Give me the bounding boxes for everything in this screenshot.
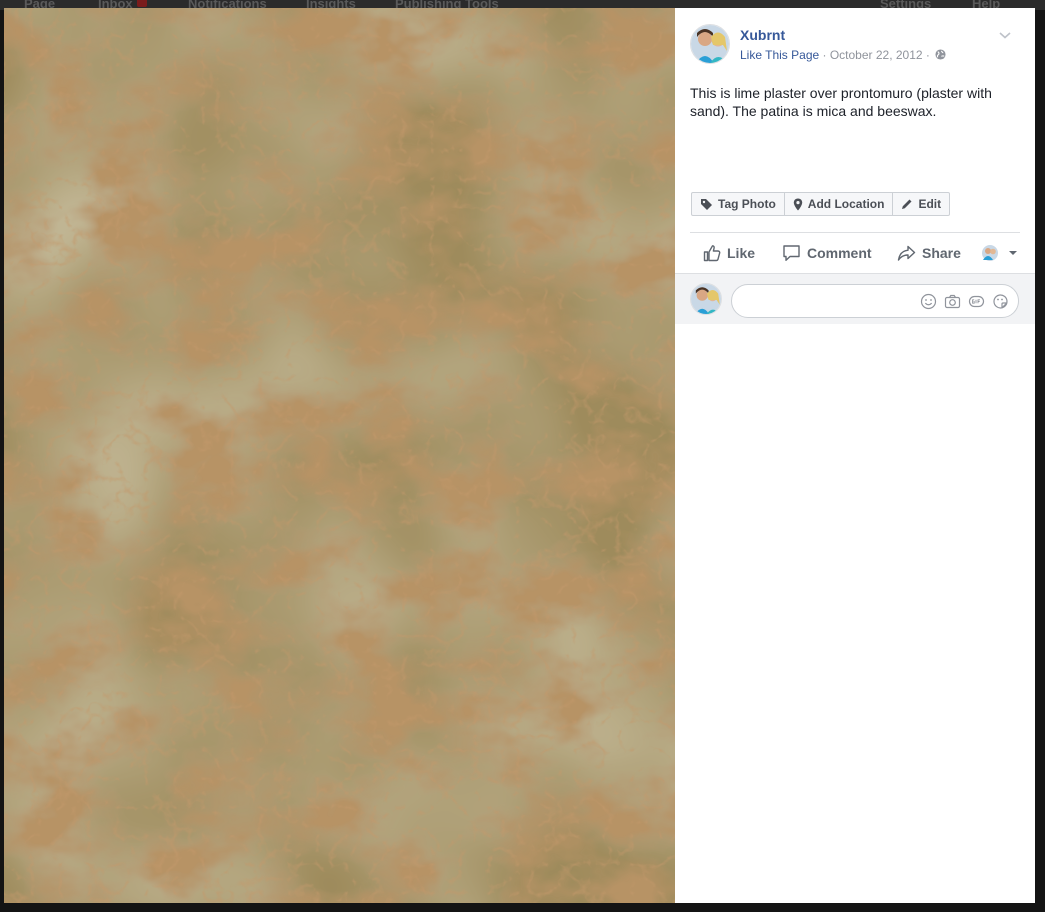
sticker-icon[interactable] — [992, 293, 1009, 310]
post-date[interactable]: October 22, 2012 — [830, 48, 923, 62]
comment-composer — [675, 273, 1035, 324]
thumbs-up-icon — [703, 245, 721, 262]
speech-bubble-icon — [783, 245, 800, 261]
globe-icon[interactable] — [935, 49, 946, 60]
commenter-avatar — [690, 283, 722, 315]
post-side-panel: Xubrnt Like This Page · October 22, 2012… — [675, 8, 1035, 903]
tag-photo-button[interactable]: Tag Photo — [692, 193, 785, 215]
share-arrow-icon — [897, 245, 916, 261]
edit-button[interactable]: Edit — [893, 193, 949, 215]
gif-icon[interactable] — [968, 293, 985, 310]
emoji-icon[interactable] — [920, 293, 937, 310]
camera-icon[interactable] — [944, 293, 961, 310]
page-name-link[interactable]: Xubrnt — [740, 27, 785, 43]
location-pin-icon — [793, 198, 802, 210]
share-button[interactable]: Share — [897, 240, 961, 266]
like-button[interactable]: Like — [703, 240, 755, 266]
pencil-icon — [902, 199, 912, 209]
photo-stage[interactable] — [4, 8, 675, 903]
edit-label: Edit — [918, 197, 942, 211]
ufi-actions: Like Comment Share — [690, 240, 1020, 266]
meta-separator-2: · — [922, 48, 934, 62]
avatar-image-icon — [691, 25, 729, 63]
inbox-badge — [137, 0, 147, 7]
share-label: Share — [922, 245, 961, 261]
post-meta: Like This Page · October 22, 2012 · — [740, 48, 946, 62]
add-location-button[interactable]: Add Location — [785, 193, 894, 215]
post-caption: This is lime plaster over prontomuro (pl… — [690, 85, 992, 119]
meta-separator: · — [819, 48, 830, 62]
like-label: Like — [727, 245, 756, 261]
divider — [690, 232, 1020, 233]
marble-plaster-photo — [4, 8, 675, 903]
post-header: Xubrnt Like This Page · October 22, 2012… — [690, 24, 1020, 64]
tag-photo-label: Tag Photo — [718, 197, 776, 211]
chevron-down-icon[interactable] — [998, 30, 1012, 40]
tag-icon — [701, 198, 712, 210]
comment-input[interactable] — [744, 292, 914, 310]
avatar-small-icon — [982, 245, 998, 261]
comment-label: Comment — [807, 245, 872, 261]
page-avatar[interactable] — [690, 24, 730, 64]
caret-down-icon — [1009, 251, 1017, 255]
avatar-image-icon — [691, 284, 721, 314]
add-location-label: Add Location — [807, 197, 885, 211]
comment-button[interactable]: Comment — [782, 240, 872, 266]
like-page-link[interactable]: Like This Page — [740, 48, 819, 62]
audience-selector[interactable] — [982, 240, 1025, 266]
photo-actions-bar: Tag Photo Add Location Edit — [691, 192, 951, 216]
comment-input-wrapper[interactable] — [731, 284, 1019, 318]
